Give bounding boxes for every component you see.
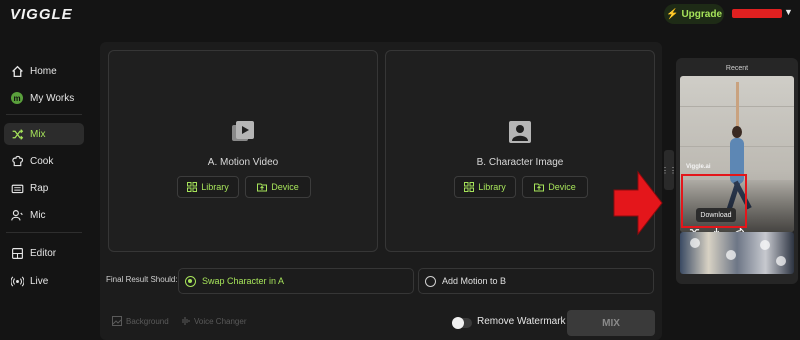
final-result-label: Final Result Should: <box>106 275 178 284</box>
bolt-icon: ⚡ <box>665 8 679 20</box>
sidebar-item-label: My Works <box>30 92 75 104</box>
home-icon <box>10 64 24 78</box>
character-device-button[interactable]: Device <box>522 176 588 198</box>
mic-user-icon <box>10 208 24 222</box>
broadcast-icon <box>10 274 24 288</box>
chef-hat-icon <box>10 154 24 168</box>
viggle-watermark: Viggle.ai <box>686 164 711 170</box>
radio-unselected <box>425 275 436 287</box>
voice-changer-tool[interactable]: Voice Changer <box>180 316 246 326</box>
upgrade-button[interactable]: ⚡ Upgrade <box>664 4 724 24</box>
sidebar-item-label: Live <box>30 275 49 287</box>
folder-upload-icon <box>257 183 268 192</box>
sidebar-item-label: Cook <box>30 155 54 167</box>
motion-video-title: A. Motion Video <box>207 157 279 168</box>
motion-device-button[interactable]: Device <box>245 176 311 198</box>
device-label: Device <box>548 182 576 192</box>
library-label: Library <box>478 182 506 192</box>
background-label: Background <box>126 316 169 326</box>
drag-handle-icon[interactable]: ⋮⋮ <box>661 150 677 190</box>
option-add-motion[interactable]: Add Motion to B <box>418 268 654 294</box>
character-library-button[interactable]: Library <box>454 176 516 198</box>
sidebar-item-my-works[interactable]: m My Works <box>4 87 84 109</box>
sidebar-item-label: Editor <box>30 247 57 259</box>
sidebar-item-label: Mic <box>30 209 46 221</box>
upgrade-label: Upgrade <box>681 8 722 20</box>
sidebar-item-label: Rap <box>30 182 49 194</box>
sidebar-item-home[interactable]: Home <box>4 60 84 82</box>
bottom-toolbar: Background Voice Changer Remove Watermar… <box>100 310 662 336</box>
portrait-icon <box>509 121 531 143</box>
keyboard-icon <box>10 181 24 195</box>
username-redacted[interactable] <box>732 9 782 18</box>
highlight-box <box>681 174 747 228</box>
option-label: Swap Character in A <box>202 276 285 286</box>
my-works-avatar: m <box>11 92 23 104</box>
caret-down-icon[interactable]: ▼ <box>784 7 793 17</box>
device-label: Device <box>271 182 299 192</box>
watermark-toggle[interactable] <box>452 317 472 329</box>
waveform-icon <box>182 317 190 325</box>
grid-icon <box>187 182 198 192</box>
sidebar-divider <box>6 232 82 233</box>
recent-panel: Recent Viggle.ai Download <box>676 58 798 284</box>
image-icon <box>112 316 122 326</box>
character-image-title: B. Character Image <box>476 157 564 168</box>
editor-icon <box>10 246 24 260</box>
sidebar-item-mix[interactable]: Mix <box>4 123 84 145</box>
recent-video-thumbnail-2[interactable] <box>680 232 794 274</box>
sidebar-item-live[interactable]: Live <box>4 270 84 292</box>
grid-icon <box>464 182 475 192</box>
library-label: Library <box>201 182 229 192</box>
sidebar-item-mic[interactable]: Mic <box>4 204 84 226</box>
mix-panel: A. Motion Video Library Device B. Charac… <box>100 42 662 340</box>
sidebar-item-cook[interactable]: Cook <box>4 150 84 172</box>
radio-selected <box>185 275 196 287</box>
red-arrow-icon <box>613 170 663 236</box>
app-logo[interactable]: VIGGLE <box>10 6 73 23</box>
shuffle-icon <box>10 127 24 141</box>
sidebar-divider <box>6 114 82 115</box>
motion-library-button[interactable]: Library <box>177 176 239 198</box>
recent-title: Recent <box>725 65 749 72</box>
motion-video-dropzone[interactable]: A. Motion Video Library Device <box>108 50 378 252</box>
video-library-icon <box>232 121 254 141</box>
sidebar-item-label: Mix <box>30 128 46 140</box>
voice-changer-label: Voice Changer <box>194 316 247 326</box>
final-result-row: Final Result Should: Swap Character in A… <box>100 266 662 294</box>
option-swap-character[interactable]: Swap Character in A <box>178 268 414 294</box>
mix-button[interactable]: MIX <box>567 310 655 336</box>
option-label: Add Motion to B <box>442 276 507 286</box>
sidebar-item-rap[interactable]: Rap <box>4 177 84 199</box>
sidebar-item-label: Home <box>30 65 57 77</box>
sidebar-item-editor[interactable]: Editor <box>4 242 84 264</box>
background-tool[interactable]: Background <box>112 316 169 326</box>
folder-upload-icon <box>534 183 545 192</box>
remove-watermark-label: Remove Watermark <box>477 316 566 327</box>
